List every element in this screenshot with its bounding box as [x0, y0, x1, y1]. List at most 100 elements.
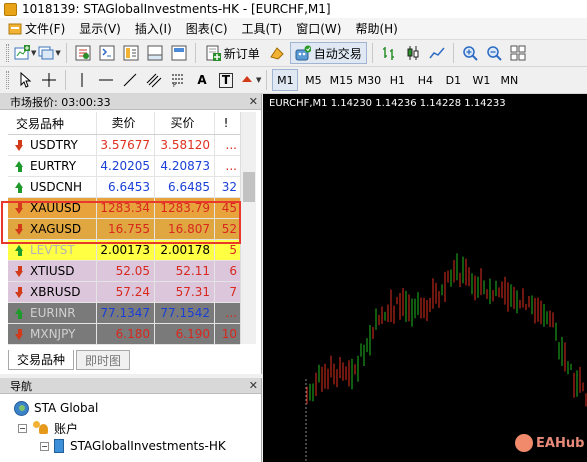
ask-cell: 6.190 [155, 324, 215, 344]
line-chart-button[interactable] [426, 42, 448, 64]
window-title: 1018139: STAGlobalInvestments-HK - [EURC… [22, 2, 331, 16]
trendline-button[interactable] [119, 69, 141, 91]
text-label-tool-button[interactable]: T [215, 69, 237, 91]
candlestick-chart-button[interactable] [402, 42, 424, 64]
text-tool-button[interactable]: A [191, 69, 213, 91]
symbol-row-xbrusd[interactable]: XBRUSD 57.24 57.31 7 [8, 282, 240, 303]
cursor-tool-button[interactable] [14, 69, 36, 91]
spread-cell: 45 [221, 201, 237, 215]
timeframe-mn-button[interactable]: MN [496, 69, 522, 91]
horizontal-line-button[interactable] [95, 69, 117, 91]
column-bid[interactable]: 卖价 [97, 112, 155, 134]
timeframe-m30-button[interactable]: M30 [356, 69, 382, 91]
tree-root-item[interactable]: STA Global [14, 398, 98, 418]
tile-windows-button[interactable] [507, 42, 529, 64]
column-spread[interactable]: ! [215, 112, 240, 134]
crosshair-tool-button[interactable] [38, 69, 60, 91]
timeframe-m5-button[interactable]: M5 [300, 69, 326, 91]
auto-trading-button[interactable]: 自动交易 [289, 42, 367, 64]
close-icon[interactable]: ✕ [249, 95, 258, 108]
bid-cell: 1283.34 [97, 198, 155, 218]
tree-accounts-item[interactable]: − 账户 [18, 418, 78, 438]
toolbar-separator [65, 70, 66, 90]
close-icon[interactable]: ✕ [249, 379, 258, 392]
channel-icon [146, 72, 162, 88]
tab-tick-chart[interactable]: 即时图 [76, 350, 131, 370]
menu-charts[interactable]: 图表(C) [180, 19, 236, 39]
tree-account-server-item[interactable]: − STAGlobalInvestments-HK [40, 436, 226, 456]
new-chart-button[interactable]: ▼ [14, 42, 36, 64]
spread-cell: 10 [221, 327, 237, 341]
bid-cell: 6.6453 [97, 177, 155, 197]
profiles-button[interactable]: ▼ [38, 42, 61, 64]
tree-collapse-icon[interactable]: − [40, 441, 49, 451]
timeframe-h1-button[interactable]: H1 [384, 69, 410, 91]
new-order-button[interactable]: 新订单 [201, 42, 264, 64]
bid-cell: 4.20205 [97, 156, 155, 176]
symbol-row-usdtry[interactable]: USDTRY 3.57677 3.58120... [8, 135, 240, 156]
spread-cell: 52 [221, 222, 237, 236]
navigator-header: 导航 ✕ [0, 378, 261, 394]
symbol-row-xauusd[interactable]: XAUUSD 1283.34 1283.79 45 [8, 198, 240, 219]
timeframe-h4-button[interactable]: H4 [412, 69, 438, 91]
menu-file[interactable]: 文件(F) [2, 19, 73, 39]
tree-root-label: STA Global [34, 401, 99, 415]
symbol-row-usdcnh[interactable]: USDCNH 6.6453 6.6485 32 [8, 177, 240, 198]
market-watch-scrollbar[interactable] [240, 112, 256, 344]
trendline-icon [122, 72, 138, 88]
market-watch-table: 交易品种 卖价 买价 ! USDTRY 3.57677 3.58120... EURT… [8, 112, 240, 345]
navigator-button[interactable] [120, 42, 142, 64]
symbol-name: XBRUSD [30, 285, 81, 299]
symbol-name: USDTRY [30, 138, 78, 152]
spread-cell: ... [225, 159, 237, 173]
timeframe-m15-button[interactable]: M15 [328, 69, 354, 91]
chart-window[interactable]: EURCHF,M1 1.14230 1.14236 1.14228 1.1423… [263, 94, 587, 462]
text-tool-label: A [197, 73, 207, 87]
metaeditor-button[interactable] [266, 42, 288, 64]
symbol-row-eurinr[interactable]: EURINR 77.1347 77.1542... [8, 303, 240, 324]
symbol-cell: XAUUSD [8, 198, 97, 218]
symbol-row-eurtry[interactable]: EURTRY 4.20205 4.20873... [8, 156, 240, 177]
zoom-in-button[interactable] [459, 42, 481, 64]
tree-collapse-icon[interactable]: − [18, 423, 27, 433]
ask-cell: 77.1542 [155, 303, 215, 323]
crosshair-icon [41, 72, 57, 88]
arrows-menu-button[interactable]: ▼ [239, 69, 261, 91]
bar-chart-button[interactable] [378, 42, 400, 64]
vertical-line-button[interactable] [71, 69, 93, 91]
fibonacci-icon: F [170, 72, 186, 89]
watermark-logo-icon [515, 434, 533, 452]
symbol-row-xagusd[interactable]: XAGUSD 16.755 16.807 52 [8, 219, 240, 240]
equidistant-channel-button[interactable] [143, 69, 165, 91]
symbol-row-levtst[interactable]: LEVTST 2.00173 2.00178 5 [8, 240, 240, 261]
toolbar-separator [266, 70, 268, 90]
fibonacci-button[interactable]: F [167, 69, 189, 91]
symbol-row-xtiusd[interactable]: XTIUSD 52.05 52.11 6 [8, 261, 240, 282]
menu-bar: 文件(F) 显示(V) 插入(I) 图表(C) 工具(T) 窗口(W) 帮助(H… [0, 18, 587, 40]
column-ask[interactable]: 买价 [155, 112, 215, 134]
menu-view[interactable]: 显示(V) [73, 19, 129, 39]
zoom-out-button[interactable] [483, 42, 505, 64]
menu-insert[interactable]: 插入(I) [129, 19, 180, 39]
terminal-button[interactable] [144, 42, 166, 64]
toolbar-grip[interactable] [6, 44, 9, 62]
timeframe-m1-button[interactable]: M1 [272, 69, 299, 91]
symbol-row-mxnjpy[interactable]: MXNJPY 6.180 6.190 10 [8, 324, 240, 345]
market-watch-toggle-button[interactable] [72, 42, 94, 64]
scrollbar-thumb[interactable] [243, 172, 255, 202]
strategy-tester-button[interactable] [168, 42, 190, 64]
data-window-button[interactable] [96, 42, 118, 64]
timeframe-w1-button[interactable]: W1 [468, 69, 494, 91]
tab-symbols[interactable]: 交易品种 [8, 350, 75, 370]
market-watch-header: 市场报价: 03:00:33 ✕ [0, 94, 261, 110]
column-symbol[interactable]: 交易品种 [8, 112, 97, 134]
spread-cell: ... [225, 138, 237, 152]
menu-tools[interactable]: 工具(T) [236, 19, 291, 39]
menu-window[interactable]: 窗口(W) [290, 19, 349, 39]
toolbar-grip[interactable] [6, 71, 9, 89]
timeframe-d1-button[interactable]: D1 [440, 69, 466, 91]
watermark-text: EAHub [536, 435, 585, 451]
symbol-cell: XTIUSD [8, 261, 97, 281]
bid-cell: 57.24 [97, 282, 155, 302]
menu-help[interactable]: 帮助(H) [349, 19, 405, 39]
